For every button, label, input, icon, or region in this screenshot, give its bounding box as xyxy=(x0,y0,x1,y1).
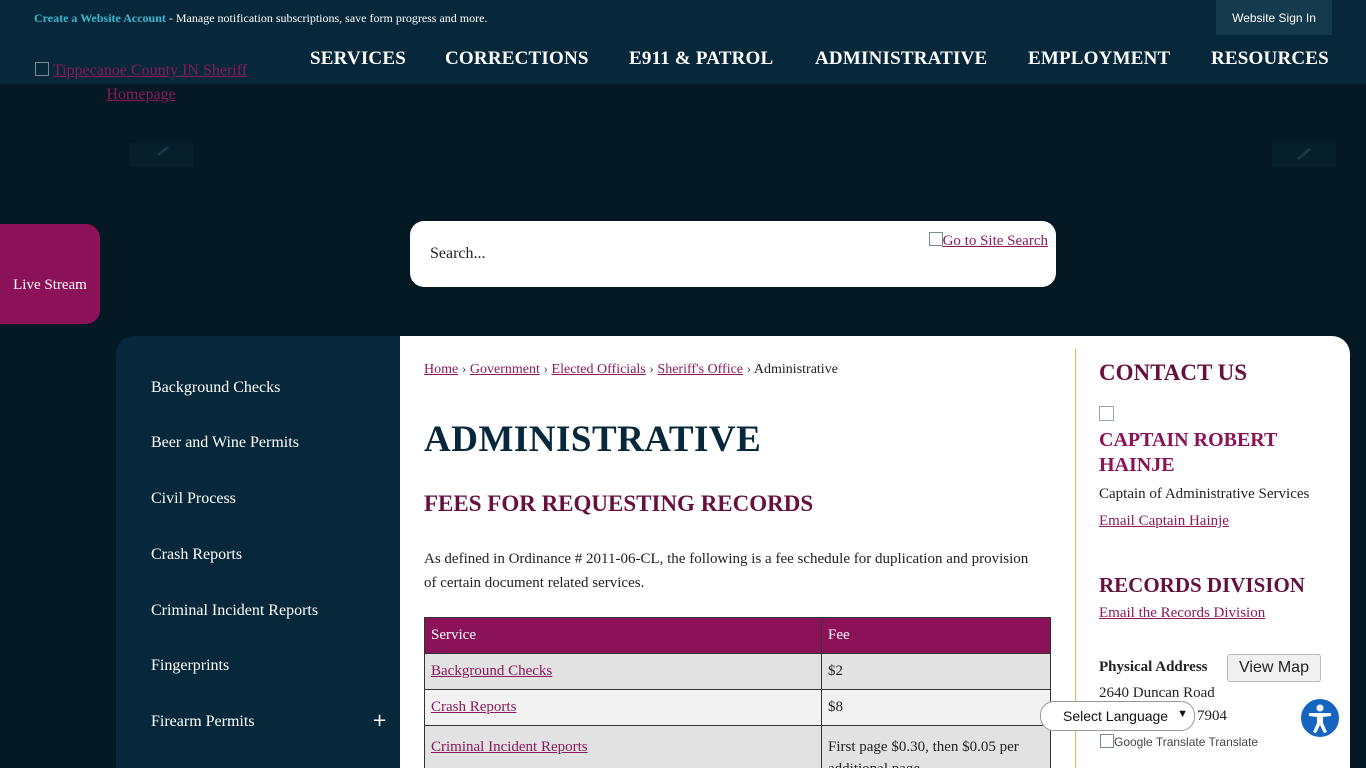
site-search-box: Search... Go to Site Search xyxy=(410,221,1056,287)
email-records-link[interactable]: Email the Records Division xyxy=(1099,605,1265,622)
contact-person-title: Captain of Administrative Services xyxy=(1099,486,1310,502)
breadcrumb-government[interactable]: Government xyxy=(470,362,540,377)
address-line-1: 2640 Duncan Road xyxy=(1099,685,1215,701)
table-row: Crash Reports $8 xyxy=(424,689,1051,726)
chevron-left-icon xyxy=(157,145,169,157)
accessibility-icon xyxy=(1309,704,1331,733)
nav-e911-patrol[interactable]: E911 & PATROL xyxy=(629,48,773,70)
language-select-value: Select Language xyxy=(1063,708,1169,724)
nav-services[interactable]: SERVICES xyxy=(310,48,406,70)
sidebar-item-beer-wine-permits[interactable]: Beer and Wine Permits xyxy=(151,434,299,452)
live-stream-button[interactable]: Live Stream xyxy=(0,224,100,324)
nav-corrections[interactable]: CORRECTIONS xyxy=(445,48,589,70)
fee-cell: $8 xyxy=(821,689,1051,726)
table-row: Criminal Incident Reports First page $0.… xyxy=(424,725,1051,768)
sidebar-item-background-checks[interactable]: Background Checks xyxy=(151,379,280,397)
google-translate-credit: Google Translate Translate xyxy=(1100,734,1258,749)
sidebar-item-civil-process[interactable]: Civil Process xyxy=(151,490,236,508)
intro-paragraph: As defined in Ordinance # 2011-06-CL, th… xyxy=(424,551,1029,591)
column-header-service: Service xyxy=(424,617,822,654)
fee-cell: $2 xyxy=(821,653,1051,690)
nav-employment[interactable]: EMPLOYMENT xyxy=(1028,48,1170,70)
records-division-heading: RECORDS DIVISION xyxy=(1099,573,1305,597)
language-select[interactable]: Select Language ▼ xyxy=(1040,701,1195,731)
translate-link[interactable]: Translate xyxy=(1209,735,1259,749)
breadcrumb-elected-officials[interactable]: Elected Officials xyxy=(552,362,646,377)
section-heading: FEES FOR REQUESTING RECORDS xyxy=(424,491,814,516)
sidebar-item-crash-reports[interactable]: Crash Reports xyxy=(151,546,242,564)
contact-person-name: CAPTAIN ROBERT HAINJE xyxy=(1099,429,1278,476)
broken-image-icon xyxy=(34,62,49,76)
breadcrumb: Home › Government › Elected Officials › … xyxy=(424,362,838,378)
fees-table: Service Fee Background Checks $2 Crash R… xyxy=(424,617,1051,768)
page-title: ADMINISTRATIVE xyxy=(424,419,762,460)
address-line-2: 7904 xyxy=(1197,708,1227,724)
search-go-label: Go to Site Search xyxy=(942,233,1048,249)
banner-next-button[interactable] xyxy=(1272,143,1336,167)
side-nav: Background Checks Beer and Wine Permits … xyxy=(116,336,400,768)
table-header-row: Service Fee xyxy=(424,617,1051,654)
breadcrumb-separator: › xyxy=(746,362,752,377)
breadcrumb-home[interactable]: Home xyxy=(424,362,458,377)
broken-image-icon xyxy=(1099,406,1114,421)
logo-alt-text: Tippecanoe County IN Sheriff Homepage xyxy=(52,62,248,103)
site-logo-link[interactable]: Tippecanoe County IN Sheriff Homepage xyxy=(16,59,266,107)
breadcrumb-separator: › xyxy=(461,362,467,377)
main-content: Home › Government › Elected Officials › … xyxy=(400,336,1350,768)
contact-heading: CONTACT US xyxy=(1099,360,1248,385)
search-go-button[interactable]: Go to Site Search xyxy=(928,232,1048,250)
service-cell: Crash Reports xyxy=(424,689,822,726)
service-link[interactable]: Background Checks xyxy=(431,663,552,679)
service-link[interactable]: Criminal Incident Reports xyxy=(431,739,588,755)
breadcrumb-separator: › xyxy=(649,362,654,377)
chevron-down-icon: ▼ xyxy=(1177,708,1188,720)
service-link[interactable]: Crash Reports xyxy=(431,699,516,715)
breadcrumb-separator: › xyxy=(543,362,549,377)
physical-address-label: Physical Address xyxy=(1099,659,1208,675)
email-captain-link[interactable]: Email Captain Hainje xyxy=(1099,513,1229,530)
nav-resources[interactable]: RESOURCES xyxy=(1211,48,1329,70)
service-cell: Background Checks xyxy=(424,653,822,690)
fee-cell: First page $0.30, then $0.05 per additio… xyxy=(821,725,1051,768)
breadcrumb-sheriffs-office[interactable]: Sheriff's Office xyxy=(657,362,743,377)
table-row: Background Checks $2 xyxy=(424,653,1051,690)
google-logo-icon xyxy=(1100,734,1114,748)
chevron-right-icon xyxy=(1297,147,1311,161)
sidebar-item-fingerprints[interactable]: Fingerprints xyxy=(151,657,229,675)
sidebar-item-criminal-incident-reports[interactable]: Criminal Incident Reports xyxy=(151,602,318,620)
service-cell: Criminal Incident Reports xyxy=(424,725,822,768)
search-icon xyxy=(928,232,943,246)
nav-administrative[interactable]: ADMINISTRATIVE xyxy=(815,48,987,70)
sidebar-item-firearm-permits[interactable]: Firearm Permits xyxy=(151,713,255,731)
expand-icon[interactable]: + xyxy=(372,710,387,731)
website-sign-in-button[interactable]: Website Sign In xyxy=(1216,0,1332,35)
accessibility-button[interactable] xyxy=(1299,697,1341,739)
create-account-desc: - Manage notification subscriptions, sav… xyxy=(165,11,488,25)
breadcrumb-current: Administrative xyxy=(753,362,838,377)
banner-prev-button[interactable] xyxy=(130,143,194,167)
google-translate-text: Google Translate xyxy=(1114,735,1206,749)
search-input[interactable]: Search... xyxy=(430,245,486,263)
create-account-link[interactable]: Create a Website Account xyxy=(34,11,166,25)
view-map-button[interactable]: View Map xyxy=(1227,654,1321,682)
top-utility-bar: Create a Website Account - Manage notifi… xyxy=(0,0,1366,36)
account-message: Create a Website Account - Manage notifi… xyxy=(34,11,487,26)
column-header-fee: Fee xyxy=(821,617,1051,654)
